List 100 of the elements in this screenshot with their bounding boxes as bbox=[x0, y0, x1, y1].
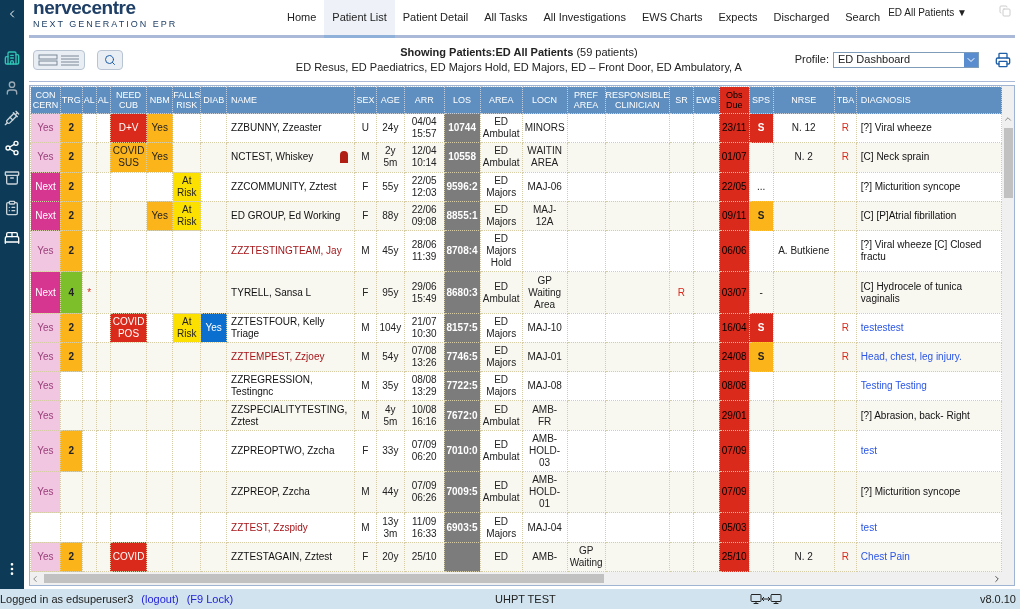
archive-icon[interactable] bbox=[4, 170, 20, 186]
table-cell bbox=[110, 342, 147, 372]
network-icon[interactable] bbox=[4, 140, 20, 156]
search-button[interactable] bbox=[97, 49, 123, 70]
table-cell bbox=[773, 201, 835, 231]
profile-select[interactable]: ED Dashboard bbox=[833, 51, 979, 68]
scrollbar-thumb[interactable] bbox=[1003, 128, 1013, 198]
table-cell: 7010:0 bbox=[444, 430, 481, 472]
table-cell bbox=[172, 542, 201, 572]
bed-icon[interactable] bbox=[4, 230, 20, 246]
column-header[interactable]: AL bbox=[82, 86, 97, 114]
column-header[interactable]: LOS bbox=[444, 86, 481, 114]
patient-name[interactable]: TYRELL, Sansa L bbox=[231, 286, 312, 299]
table-cell bbox=[60, 371, 83, 401]
logo-text: nervecentre bbox=[33, 0, 137, 18]
table-cell: 2 bbox=[60, 542, 83, 572]
nav-tab[interactable]: All Investigations bbox=[535, 0, 634, 35]
table-cell: 8855:1 bbox=[444, 201, 481, 231]
column-header[interactable]: RESPONSIBLE CLINICIAN bbox=[605, 86, 670, 114]
nav-tab[interactable]: Search bbox=[837, 0, 889, 35]
column-header[interactable]: NEED CUB bbox=[110, 86, 147, 114]
table-cell: Next bbox=[30, 172, 61, 202]
table-cell: AMB- HOLD- 03 bbox=[522, 430, 568, 472]
column-header[interactable]: AREA bbox=[480, 86, 523, 114]
building-icon[interactable] bbox=[4, 50, 20, 66]
vertical-scrollbar[interactable] bbox=[1002, 86, 1014, 572]
search-icon bbox=[104, 53, 116, 66]
column-header[interactable]: SPS bbox=[749, 86, 774, 114]
table-cell: 06/06 bbox=[719, 230, 750, 272]
clipboard-icon[interactable] bbox=[4, 200, 20, 216]
table-cell[interactable]: Testing Testing bbox=[856, 371, 1002, 401]
profile-label: Profile: bbox=[794, 52, 829, 68]
column-header[interactable]: TRG bbox=[60, 86, 83, 114]
column-header[interactable]: AL bbox=[96, 86, 111, 114]
column-header[interactable]: DIAGNOSIS bbox=[856, 86, 1002, 114]
horizontal-scrollbar[interactable] bbox=[30, 572, 1014, 585]
table-cell[interactable]: test bbox=[856, 430, 1002, 472]
table-cell bbox=[522, 230, 568, 272]
table-cell bbox=[110, 471, 147, 513]
view-toggle-button[interactable] bbox=[33, 49, 85, 70]
nav-tab[interactable]: Patient Detail bbox=[394, 0, 477, 35]
table-cell: 88y bbox=[376, 201, 405, 231]
column-header[interactable]: SR bbox=[669, 86, 694, 114]
table-cell: R bbox=[834, 113, 857, 143]
column-header[interactable]: Obs Due bbox=[719, 86, 750, 114]
table-cell: Yes bbox=[146, 201, 173, 231]
scrollbar-thumb[interactable] bbox=[44, 574, 604, 583]
table-cell[interactable]: Head, chest, leg injury. bbox=[856, 342, 1002, 372]
logout-link[interactable]: (logout) bbox=[141, 590, 179, 608]
nav-tab[interactable]: Home bbox=[279, 0, 325, 35]
table-cell: S bbox=[749, 313, 774, 343]
column-header[interactable]: ARR bbox=[404, 86, 444, 114]
table-cell bbox=[669, 542, 694, 572]
table-cell: Yes bbox=[30, 400, 61, 431]
table-cell: 7722:5 bbox=[444, 371, 481, 401]
column-header[interactable]: NRSE bbox=[773, 86, 835, 114]
patient-list-dropdown[interactable]: ED All Patients ▼ bbox=[888, 5, 967, 20]
nav-tab[interactable]: Expects bbox=[710, 0, 766, 35]
column-header[interactable]: NBM bbox=[146, 86, 173, 114]
column-header[interactable]: EWS bbox=[693, 86, 720, 114]
table-cell bbox=[605, 230, 670, 272]
column-header[interactable]: TBA bbox=[834, 86, 857, 114]
column-header[interactable]: DIAB bbox=[200, 86, 227, 114]
table-cell: F bbox=[354, 542, 377, 572]
table-cell[interactable]: Chest Pain bbox=[856, 542, 1002, 572]
syringe-icon[interactable] bbox=[4, 110, 20, 126]
table-cell bbox=[82, 430, 97, 472]
column-header[interactable]: NAME bbox=[226, 86, 355, 114]
person-icon[interactable] bbox=[4, 80, 20, 96]
table-cell: N. 12 bbox=[773, 113, 835, 143]
table-cell bbox=[605, 201, 670, 231]
nav-tab[interactable]: Discharged bbox=[765, 0, 838, 35]
table-cell: R bbox=[834, 342, 857, 372]
column-header[interactable]: SEX bbox=[354, 86, 377, 114]
table-cell: D+V bbox=[110, 113, 147, 143]
column-header[interactable]: PREF AREA bbox=[567, 86, 606, 114]
table-cell: 7746:5 bbox=[444, 342, 481, 372]
scroll-right-icon[interactable] bbox=[992, 573, 1002, 584]
column-header[interactable]: AGE bbox=[376, 86, 405, 114]
table-cell bbox=[669, 342, 694, 372]
column-header[interactable]: LOCN bbox=[522, 86, 568, 114]
table-cell: At Risk bbox=[172, 313, 201, 343]
column-header[interactable]: FALLS RISK bbox=[172, 86, 201, 114]
table-cell: ED Majors bbox=[480, 342, 523, 372]
nav-tab[interactable]: All Tasks bbox=[476, 0, 536, 35]
patient-name[interactable]: ZZPREOP, Zzcha bbox=[231, 486, 310, 499]
environment-name: UHPT TEST bbox=[494, 591, 557, 607]
table-cell: Yes bbox=[30, 471, 61, 513]
table-cell bbox=[82, 471, 97, 513]
table-cell bbox=[773, 371, 835, 401]
nav-tab[interactable]: Patient List bbox=[324, 0, 395, 38]
print-icon[interactable] bbox=[995, 51, 1011, 68]
lock-link[interactable]: (F9 Lock) bbox=[186, 590, 234, 608]
table-cell: U bbox=[354, 113, 377, 143]
column-header[interactable]: CON CERN bbox=[30, 86, 61, 114]
table-cell bbox=[96, 430, 111, 472]
table-cell bbox=[146, 342, 173, 372]
table-cell bbox=[146, 371, 173, 401]
nav-tab[interactable]: EWS Charts bbox=[633, 0, 711, 35]
table-cell: S bbox=[749, 342, 774, 372]
